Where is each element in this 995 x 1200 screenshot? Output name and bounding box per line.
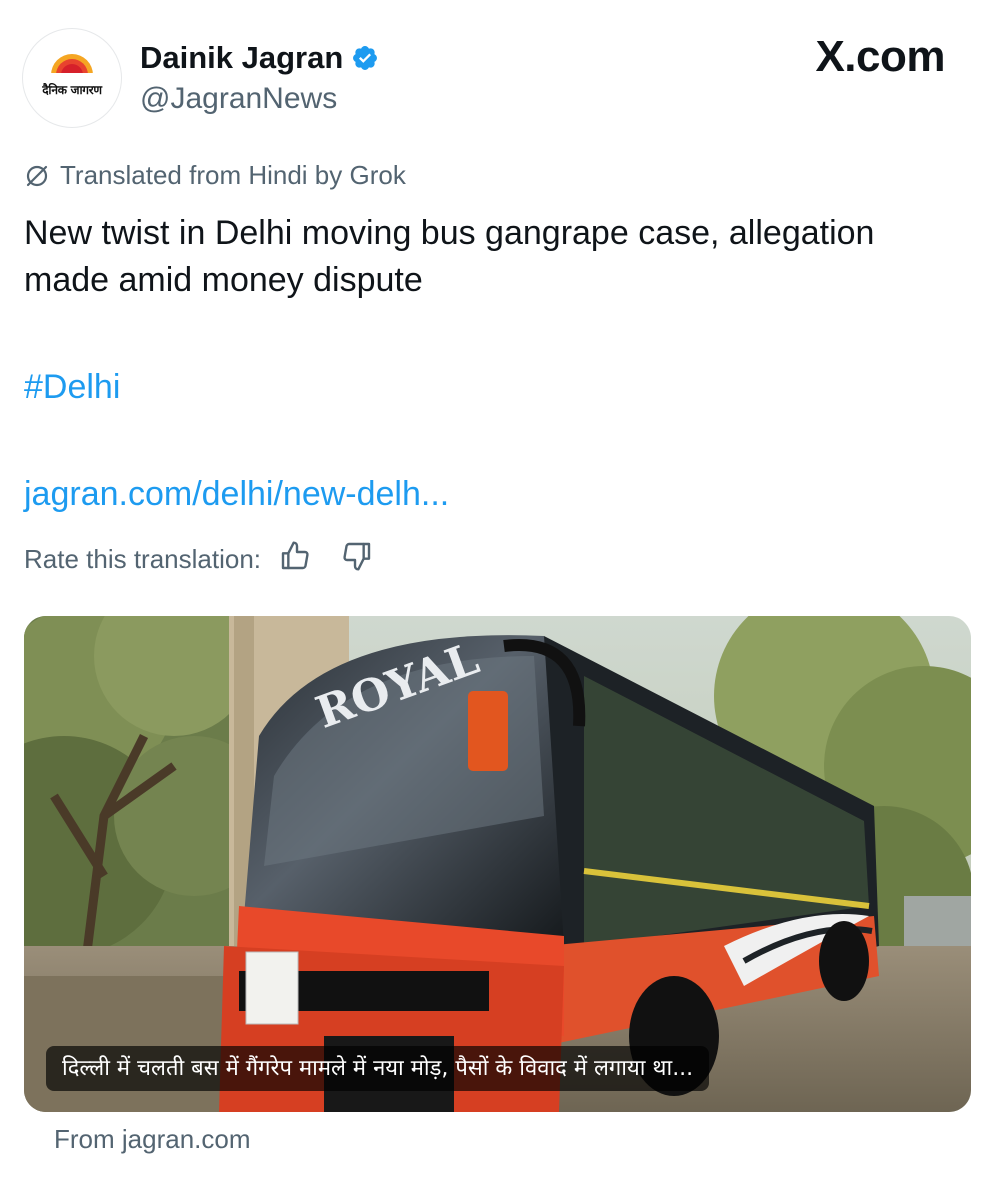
sun-logo-icon xyxy=(47,54,97,76)
post-text: New twist in Delhi moving bus gangrape c… xyxy=(24,214,875,299)
rate-translation: Rate this translation: xyxy=(24,540,373,579)
translation-note-text: Translated from Hindi by Grok xyxy=(60,160,406,190)
author-row: Dainik Jagran xyxy=(140,40,379,76)
bus-photo: ROYAL xyxy=(24,616,971,1112)
hashtag-link[interactable]: #Delhi xyxy=(24,368,120,407)
translation-note: Translated from Hindi by Grok xyxy=(24,160,406,191)
thumbs-up-button[interactable] xyxy=(279,540,311,579)
rate-translation-label: Rate this translation: xyxy=(24,544,262,574)
avatar-logo-text: दैनिक जागरण xyxy=(42,83,102,97)
link-card[interactable]: ROYAL दिल्ली में चलती बस में गैंगरेप माम… xyxy=(24,616,971,1112)
thumbs-down-icon xyxy=(343,542,371,571)
thumbs-up-icon xyxy=(281,541,309,570)
brand-watermark: X.com xyxy=(815,32,945,81)
author-handle[interactable]: @JagranNews xyxy=(140,82,337,116)
thumbs-down-button[interactable] xyxy=(341,540,373,579)
card-source[interactable]: From jagran.com xyxy=(54,1124,251,1155)
avatar[interactable]: दैनिक जागरण xyxy=(22,28,122,128)
article-link[interactable]: jagran.com/delhi/new-delh... xyxy=(24,475,449,514)
verified-badge-icon xyxy=(353,46,378,70)
grok-icon xyxy=(26,165,48,186)
card-caption: दिल्ली में चलती बस में गैंगरेप मामले में… xyxy=(46,1046,710,1091)
author-name[interactable]: Dainik Jagran xyxy=(140,40,343,76)
